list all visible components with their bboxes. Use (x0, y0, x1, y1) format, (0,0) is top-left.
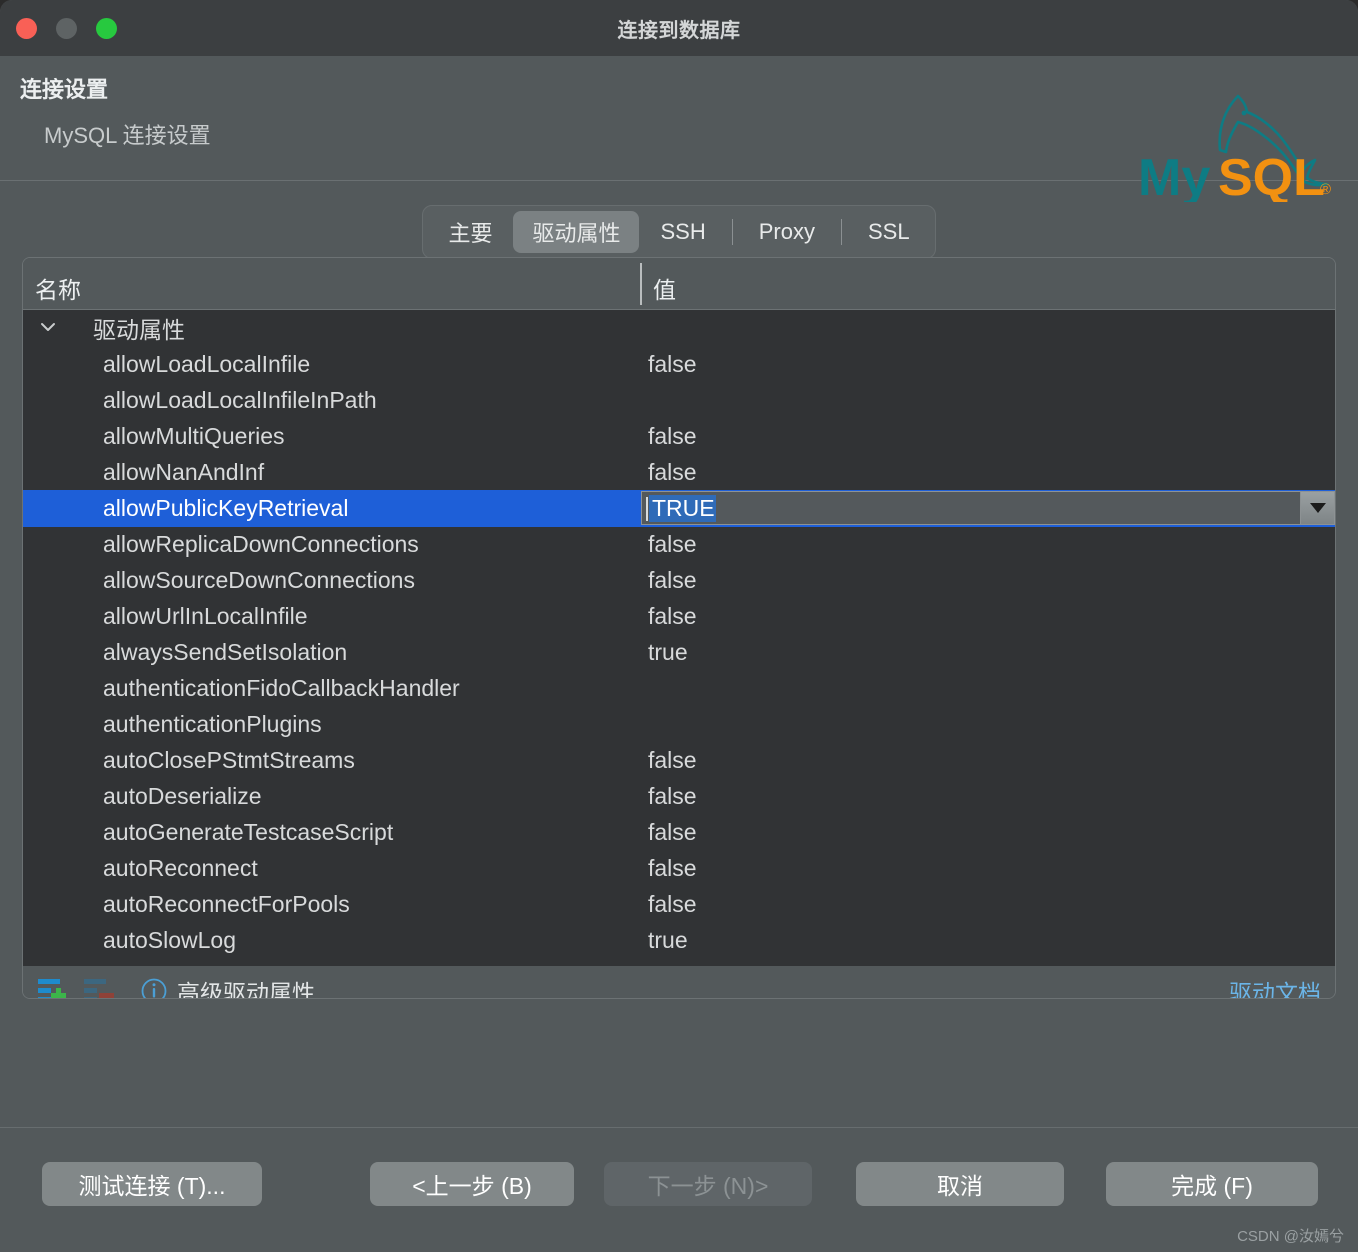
watermark: CSDN @汝嫣兮 (1237, 1228, 1344, 1245)
tab-main[interactable]: 主要 (429, 211, 511, 253)
table-row[interactable]: autoSlowLog true (23, 922, 1335, 958)
property-value: false (648, 746, 697, 773)
chevron-down-icon[interactable] (39, 318, 57, 336)
property-value: false (648, 818, 697, 845)
column-resize-handle[interactable] (640, 263, 642, 305)
driver-properties-panel: 名称 值 驱动属性 allowLoadLocalInfile false allow… (22, 257, 1336, 999)
property-value-combobox[interactable]: TRUE (641, 491, 1335, 525)
previous-step-button[interactable]: <上一步 (B) (370, 1162, 574, 1206)
text-caret (646, 497, 648, 521)
property-name: allowNanAndInf (103, 458, 265, 485)
property-name: allowMultiQueries (103, 422, 285, 449)
tab-ssh[interactable]: SSH (641, 214, 724, 250)
property-name: autoGenerateTestcaseScript (103, 818, 394, 845)
table-row[interactable]: autoReconnectForPools false (23, 886, 1335, 922)
minimize-window-button[interactable] (56, 18, 77, 39)
close-window-button[interactable] (16, 18, 37, 39)
tab-driver-properties[interactable]: 驱动属性 (513, 211, 640, 253)
property-name: autoClosePStmtStreams (103, 746, 355, 773)
connect-to-database-dialog: 连接到数据库 连接设置 MySQL 连接设置 My SQL ® 主要 驱动属性 … (0, 0, 1358, 1252)
property-value: false (648, 782, 697, 809)
property-value: true (648, 926, 688, 953)
property-name: allowSourceDownConnections (103, 566, 415, 593)
window-title: 连接到数据库 (617, 19, 741, 42)
property-name: alwaysSendSetIsolation (103, 638, 348, 665)
property-name: autoSlowLog (103, 926, 236, 953)
property-value: false (648, 530, 697, 557)
remove-property-icon[interactable] (83, 977, 117, 999)
property-value: false (648, 890, 697, 917)
table-row[interactable]: allowLoadLocalInfileInPath (23, 382, 1335, 418)
finish-button[interactable]: 完成 (F) (1106, 1162, 1318, 1206)
svg-text:SQL: SQL (1218, 149, 1325, 202)
title-bar: 连接到数据库 (0, 0, 1358, 56)
table-row[interactable]: autoDeserialize false (23, 778, 1335, 814)
column-header-value[interactable]: 值 (653, 271, 676, 305)
dialog-header: 连接设置 MySQL 连接设置 My SQL ® (0, 56, 1358, 202)
svg-text:My: My (1138, 149, 1210, 202)
dialog-button-bar: 测试连接 (T)... <上一步 (B) 下一步 (N)> 取消 完成 (F) (0, 1162, 1358, 1222)
table-row[interactable]: allowPublicKeyRetrieval TRUE (23, 490, 1335, 527)
driver-documentation-link[interactable]: 驱动文档 (1229, 974, 1321, 998)
property-name: authenticationPlugins (103, 710, 322, 737)
tab-divider (731, 219, 733, 245)
property-name: allowReplicaDownConnections (103, 530, 419, 557)
property-name: authenticationFidoCallbackHandler (103, 674, 460, 701)
property-value: false (648, 854, 697, 881)
mysql-logo: My SQL ® (1138, 94, 1331, 202)
table-row[interactable]: allowUrlInLocalInfile false (23, 598, 1335, 634)
property-name: allowPublicKeyRetrieval (103, 494, 349, 521)
table-row[interactable]: autoClosePStmtStreams false (23, 742, 1335, 778)
property-name: allowLoadLocalInfile (103, 350, 311, 377)
property-value-input[interactable]: TRUE (649, 494, 716, 522)
page-subtitle: MySQL 连接设置 (44, 123, 211, 148)
properties-table-body[interactable]: 驱动属性 allowLoadLocalInfile false allowLoadL… (23, 310, 1335, 966)
page-title: 连接设置 (20, 77, 109, 102)
tab-ssl[interactable]: SSL (849, 214, 929, 250)
table-row[interactable]: allowMultiQueries false (23, 418, 1335, 454)
table-row[interactable]: autoReconnect false (23, 850, 1335, 886)
window-controls (16, 18, 117, 39)
maximize-window-button[interactable] (96, 18, 117, 39)
table-row[interactable]: allowReplicaDownConnections false (23, 526, 1335, 562)
table-row[interactable]: authenticationPlugins (23, 706, 1335, 742)
table-row[interactable]: authenticationFidoCallbackHandler (23, 670, 1335, 706)
property-name: allowUrlInLocalInfile (103, 602, 308, 629)
tab-bar: 主要 驱动属性 SSH Proxy SSL (0, 205, 1358, 259)
svg-text:®: ® (1320, 181, 1331, 198)
property-name: autoDeserialize (103, 782, 262, 809)
group-label: 驱动属性 (93, 317, 185, 343)
info-icon[interactable] (141, 978, 167, 999)
footer-divider (0, 1127, 1358, 1128)
test-connection-button[interactable]: 测试连接 (T)... (42, 1162, 262, 1206)
property-value: false (648, 602, 697, 629)
property-name: allowLoadLocalInfileInPath (103, 386, 377, 413)
column-header-name[interactable]: 名称 (35, 271, 81, 305)
table-row[interactable]: alwaysSendSetIsolation true (23, 634, 1335, 670)
tab-divider (840, 219, 842, 245)
add-property-icon[interactable] (37, 977, 71, 999)
table-row[interactable]: allowSourceDownConnections false (23, 562, 1335, 598)
table-row[interactable]: autoGenerateTestcaseScript false (23, 814, 1335, 850)
next-step-button: 下一步 (N)> (604, 1162, 812, 1206)
dropdown-arrow-icon[interactable] (1300, 492, 1334, 524)
table-row[interactable]: allowLoadLocalInfile false (23, 346, 1335, 382)
panel-toolbar: 高级驱动属性 驱动文档 (23, 966, 1335, 999)
table-header: 名称 值 (23, 258, 1335, 310)
property-value: true (648, 638, 688, 665)
property-value: false (648, 566, 697, 593)
property-name: autoReconnectForPools (103, 890, 350, 917)
property-name: autoReconnect (103, 854, 258, 881)
property-value: false (648, 350, 697, 377)
table-group-row[interactable]: 驱动属性 (23, 310, 1335, 346)
property-value: false (648, 458, 697, 485)
table-row[interactable]: allowNanAndInf false (23, 454, 1335, 490)
property-value: false (648, 422, 697, 449)
advanced-driver-properties-label: 高级驱动属性 (177, 980, 315, 999)
cancel-button[interactable]: 取消 (856, 1162, 1064, 1206)
tab-proxy[interactable]: Proxy (740, 214, 834, 250)
